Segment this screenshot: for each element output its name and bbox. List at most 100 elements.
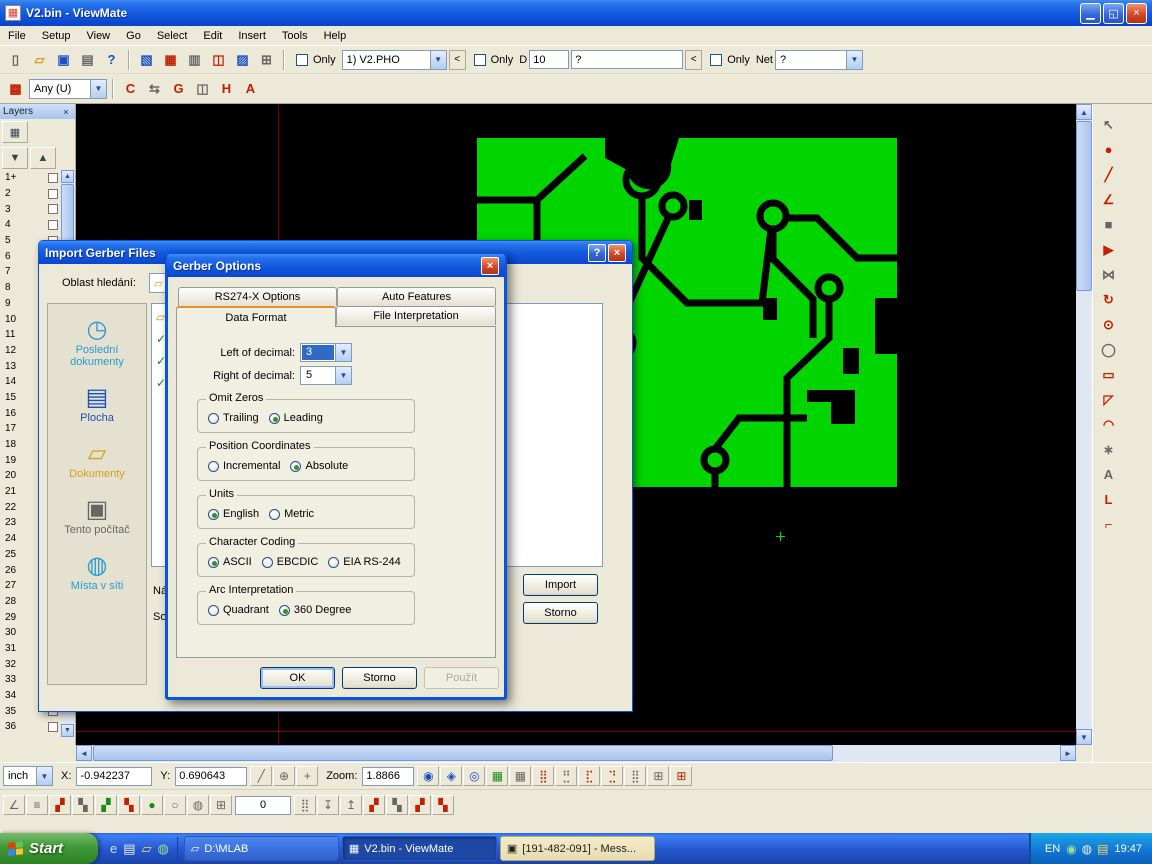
vertical-scrollbar[interactable]: ▲ ▼ (1076, 104, 1092, 745)
dcode-value-field[interactable]: 10 (529, 50, 569, 69)
counter-field[interactable]: 0 (235, 796, 291, 815)
zoom-window-icon[interactable]: ◈ (440, 766, 462, 786)
draw-polyline-icon[interactable]: ∠ (1096, 189, 1121, 210)
volume-tray-icon[interactable]: ◍ (1082, 842, 1092, 856)
scrollbar-thumb[interactable] (1076, 121, 1092, 291)
anchor-down-icon[interactable]: ↧ (317, 795, 339, 815)
menu-item[interactable]: Help (316, 28, 355, 44)
help-button[interactable]: ? (588, 244, 606, 262)
task-mlab[interactable]: ▱ D:\MLAB (184, 836, 339, 861)
poly-display-icon[interactable]: ⣙ (601, 766, 623, 786)
trace-shape-icon[interactable]: H (215, 78, 238, 100)
pattern-d-icon[interactable]: ▚ (118, 795, 140, 815)
layer-table-icon[interactable]: ⊞ (670, 766, 692, 786)
layer-row[interactable]: 3 (0, 201, 62, 217)
exchange-dcode-icon[interactable]: ⇆ (143, 78, 166, 100)
pads-display-icon[interactable]: ⣿ (532, 766, 554, 786)
place-documents[interactable]: ▱ Dokumenty (49, 440, 145, 480)
right-decimal-combo[interactable]: 5 ▼ (300, 366, 352, 385)
layer-row[interactable]: 2 (0, 186, 62, 202)
draw-arrow-icon[interactable]: ▶ (1096, 239, 1121, 260)
layer-down-button[interactable]: ▼ (2, 147, 28, 169)
probe-icon[interactable]: ◍ (187, 795, 209, 815)
aperture-list-icon[interactable]: ▩ (4, 78, 27, 100)
frame-select-icon[interactable]: ▧ (135, 49, 158, 71)
draw-filled-rect-icon[interactable]: ■ (1096, 214, 1121, 235)
tab-data-format[interactable]: Data Format (176, 306, 336, 327)
radio-option[interactable]: Quadrant (208, 604, 269, 616)
zoom-point-icon[interactable]: ◎ (463, 766, 485, 786)
dcode-table-icon[interactable]: ⊞ (647, 766, 669, 786)
task-messenger[interactable]: ▣ [191-482-091] - Mess... (500, 836, 655, 861)
context-help-icon[interactable]: ? (100, 49, 123, 71)
menu-item[interactable]: View (78, 28, 118, 44)
highlight-net-icon[interactable]: ▦ (159, 49, 182, 71)
zoom-value-field[interactable]: 1.8866 (362, 767, 414, 786)
pattern-c-icon[interactable]: ▞ (95, 795, 117, 815)
radio-option[interactable]: Leading (269, 412, 323, 424)
chevron-down-icon[interactable]: ▼ (36, 767, 52, 785)
folder-quicklaunch-icon[interactable]: ▱ (142, 841, 152, 857)
dialog-title-bar[interactable]: Gerber Options × (167, 254, 505, 277)
ok-button[interactable]: OK (260, 667, 335, 689)
messenger-tray-icon[interactable]: ◉ (1066, 842, 1076, 856)
left-decimal-combo[interactable]: 3 ▼ (300, 343, 352, 362)
open-file-icon[interactable]: ▱ (28, 49, 51, 71)
restore-button[interactable]: ◱ (1103, 3, 1124, 24)
layers-stack-icon[interactable]: ≡ (26, 795, 48, 815)
keyboard-tray-icon[interactable]: ▤ (1097, 842, 1108, 856)
scrollbar-thumb[interactable] (93, 745, 833, 761)
chevron-down-icon[interactable]: ▼ (846, 51, 862, 69)
only-dcode-checkbox[interactable] (474, 54, 486, 66)
menu-item[interactable]: Select (149, 28, 196, 44)
ie-quicklaunch-icon[interactable]: e (110, 841, 117, 856)
tab-file-interpretation[interactable]: File Interpretation (336, 306, 496, 325)
browser-quicklaunch-icon[interactable]: ◍ (158, 841, 169, 857)
radio-option[interactable]: 360 Degree (279, 604, 352, 616)
horizontal-scrollbar[interactable]: ◄ ► (76, 745, 1076, 762)
place-desktop[interactable]: ▤ Plocha (49, 384, 145, 424)
menu-item[interactable]: Insert (230, 28, 274, 44)
dcode-select-icon[interactable]: ▥ (183, 49, 206, 71)
clock[interactable]: 19:47 (1114, 843, 1142, 855)
menu-item[interactable]: Tools (274, 28, 316, 44)
prev-layer-button[interactable]: < (449, 50, 466, 70)
radio-option[interactable]: EBCDIC (262, 556, 319, 568)
traces-display-icon[interactable]: ⣛ (555, 766, 577, 786)
layer-color-swatch[interactable] (48, 204, 58, 214)
radio-option[interactable]: Metric (269, 508, 314, 520)
rotate-icon[interactable]: ↻ (1096, 289, 1121, 310)
x-coordinate-field[interactable]: -0.942237 (76, 767, 152, 786)
radio-option[interactable]: ASCII (208, 556, 252, 568)
scroll-left-icon[interactable]: ◄ (76, 745, 92, 761)
l-bend-icon[interactable]: L (1096, 489, 1121, 510)
tab-rs274x-options[interactable]: RS274-X Options (178, 287, 337, 306)
dcode-filter-field[interactable]: ? (571, 50, 683, 69)
scroll-up-icon[interactable]: ▲ (61, 170, 74, 183)
draw-arc-icon[interactable]: ◠ (1096, 414, 1121, 435)
minimize-button[interactable]: ▁ (1080, 3, 1101, 24)
net-combo[interactable]: ? ▼ (775, 50, 863, 70)
only-net-checkbox[interactable] (710, 54, 722, 66)
pattern-a-icon[interactable]: ▞ (49, 795, 71, 815)
start-button[interactable]: Start (0, 833, 98, 864)
copy-dcode-icon[interactable]: C (119, 78, 142, 100)
pattern-h-icon[interactable]: ▚ (432, 795, 454, 815)
cancel-button[interactable]: Storno (523, 602, 598, 624)
place-network[interactable]: ◍ Místa v síti (49, 552, 145, 592)
radio-option[interactable]: Incremental (208, 460, 280, 472)
task-viewmate[interactable]: ▦ V2.bin - ViewMate (342, 836, 497, 861)
layer-row[interactable]: 1+ (0, 170, 62, 186)
chevron-down-icon[interactable]: ▼ (90, 80, 106, 98)
radio-option[interactable]: Absolute (290, 460, 348, 472)
layer-table-button[interactable]: ▦ (2, 121, 28, 143)
apply-button[interactable]: Použít (424, 667, 499, 689)
scroll-down-icon[interactable]: ▼ (61, 724, 74, 737)
place-recent-documents[interactable]: ◷ Poslední dokumenty (49, 316, 145, 368)
grid-snap-icon[interactable]: ▦ (509, 766, 531, 786)
radio-option[interactable]: Trailing (208, 412, 259, 424)
outline-display-icon[interactable]: ⣿ (624, 766, 646, 786)
zoom-in-icon[interactable]: ◉ (417, 766, 439, 786)
radio-option[interactable]: EIA RS-244 (328, 556, 400, 568)
print-icon[interactable]: ▤ (76, 49, 99, 71)
